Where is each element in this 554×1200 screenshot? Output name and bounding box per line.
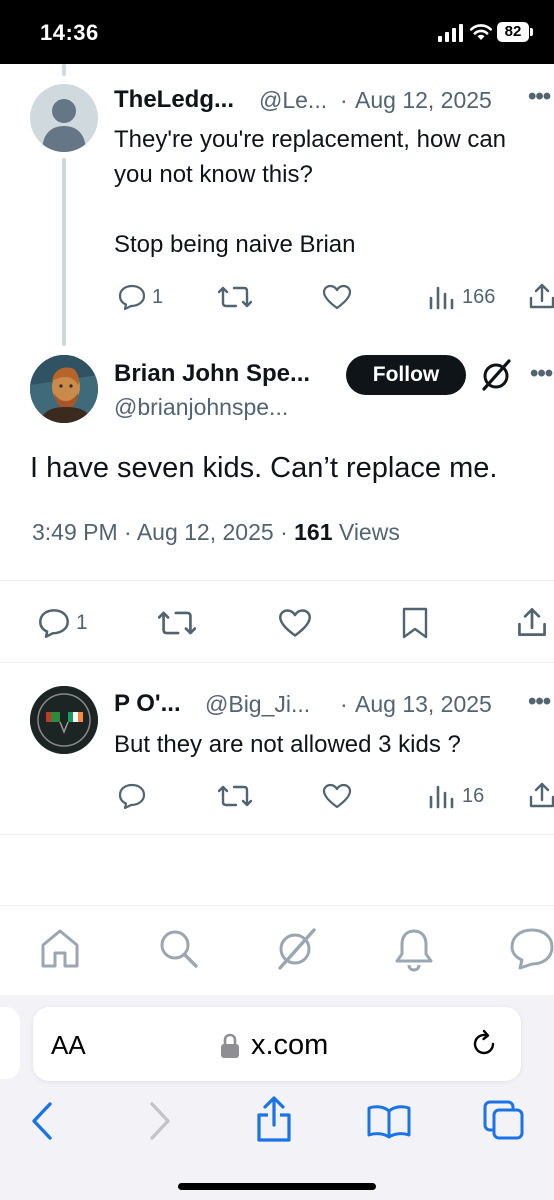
tweet-date[interactable]: Aug 13, 2025 — [355, 691, 492, 718]
reply-count: 1 — [76, 611, 88, 634]
retweet-button[interactable] — [218, 284, 252, 310]
divider — [0, 662, 554, 663]
reload-icon[interactable] — [469, 1029, 499, 1059]
author-name[interactable]: TheLedg... — [114, 86, 234, 114]
reply-button[interactable] — [118, 783, 146, 809]
more-options-icon[interactable]: ••• — [528, 688, 551, 716]
tweet-text-line: you not know this? — [114, 161, 313, 188]
previous-tab-preview[interactable] — [0, 1007, 20, 1079]
share-icon — [518, 608, 546, 636]
avatar-brian[interactable] — [30, 355, 98, 423]
reader-options-button[interactable]: AA — [51, 1030, 86, 1061]
safari-toolbar: AA x.com — [0, 995, 554, 1200]
battery-indicator: 82 — [497, 22, 529, 42]
tweet-metadata: 3:49 PM · Aug 12, 2025 · 161 Views — [32, 519, 400, 546]
bottom-navigation — [0, 905, 554, 995]
separator-dot: · — [280, 519, 295, 545]
status-bar: 14:36 82 — [0, 0, 554, 64]
author-name[interactable]: P O'... — [114, 690, 181, 718]
heart-icon — [279, 609, 311, 637]
thread-line — [62, 158, 66, 346]
more-options-icon[interactable]: ••• — [530, 360, 553, 388]
separator-dot: · — [340, 87, 348, 113]
divider — [0, 580, 554, 581]
like-button[interactable] — [278, 608, 312, 638]
heart-icon — [322, 783, 352, 809]
views-icon — [429, 286, 454, 310]
views-button[interactable]: 16 — [428, 783, 484, 809]
grok-icon[interactable] — [274, 926, 318, 970]
author-handle[interactable]: @Le... — [259, 87, 327, 114]
forward-icon[interactable] — [146, 1101, 174, 1141]
bookmark-button[interactable] — [400, 606, 430, 640]
like-button[interactable] — [322, 783, 352, 809]
views-count: 166 — [462, 285, 496, 308]
share-icon[interactable] — [254, 1095, 294, 1143]
author-name[interactable]: Brian John Spe... — [114, 360, 310, 388]
avatar-default[interactable] — [30, 84, 98, 152]
tweet-text: But they are not allowed 3 kids ? — [114, 731, 461, 758]
home-indicator[interactable] — [178, 1183, 376, 1190]
views-icon — [429, 785, 454, 809]
url-text[interactable]: x.com — [251, 1029, 328, 1062]
grok-icon[interactable] — [480, 358, 512, 392]
back-icon[interactable] — [28, 1101, 56, 1141]
bookmarks-icon[interactable] — [366, 1103, 412, 1139]
retweet-button[interactable] — [218, 783, 252, 809]
wifi-icon — [469, 24, 493, 40]
lock-icon — [221, 1033, 239, 1058]
author-handle[interactable]: @Big_Ji... — [205, 691, 310, 718]
separator-dot: · — [124, 519, 137, 545]
reply-icon — [118, 284, 146, 310]
solidarity-badge-avatar — [30, 686, 98, 754]
tweet-date[interactable]: Aug 12, 2025 — [355, 87, 492, 114]
reply-button[interactable]: 1 — [38, 608, 88, 638]
tweet-time[interactable]: 3:49 PM — [32, 519, 118, 545]
share-button[interactable] — [528, 282, 554, 310]
avatar-solidarity[interactable] — [30, 686, 98, 754]
share-button[interactable] — [516, 606, 548, 638]
author-handle[interactable]: @brianjohnspe... — [114, 394, 288, 421]
battery-tip — [530, 28, 533, 36]
share-button[interactable] — [528, 781, 554, 809]
messages-icon[interactable] — [508, 926, 554, 970]
reply-button[interactable]: 1 — [118, 284, 163, 310]
divider — [0, 834, 554, 835]
like-button[interactable] — [322, 284, 352, 310]
tweet-text-line: They're you're replacement, how can — [114, 126, 507, 153]
tweet-text-line: Stop being naive Brian — [114, 231, 356, 258]
thread-line-top — [62, 64, 66, 76]
tweet-date[interactable]: Aug 12, 2025 — [137, 519, 274, 545]
separator-dot: · — [340, 691, 348, 717]
reply-icon — [118, 783, 146, 809]
follow-button[interactable]: Follow — [346, 355, 466, 395]
views-count: 16 — [462, 784, 485, 807]
tabs-icon[interactable] — [482, 1099, 526, 1141]
notifications-icon[interactable] — [392, 926, 436, 972]
share-icon — [529, 782, 554, 808]
reply-count: 1 — [152, 285, 164, 308]
tweet-text: I have seven kids. Can’t replace me. — [30, 452, 498, 484]
views-count: 161 — [294, 519, 333, 545]
address-bar[interactable]: AA x.com — [33, 1007, 521, 1081]
status-time: 14:36 — [40, 20, 99, 45]
retweet-icon — [218, 785, 252, 807]
portrait-avatar-image — [30, 355, 98, 423]
views-button[interactable]: 166 — [428, 284, 495, 310]
search-icon[interactable] — [156, 926, 200, 970]
more-options-icon[interactable]: ••• — [528, 83, 551, 111]
signal-icon — [438, 24, 463, 42]
home-icon[interactable] — [38, 926, 82, 970]
share-icon — [529, 283, 554, 309]
views-label: Views — [338, 519, 400, 545]
retweet-icon — [218, 286, 252, 308]
retweet-button[interactable] — [158, 608, 196, 638]
bookmark-icon — [402, 607, 428, 639]
retweet-icon — [158, 611, 196, 635]
heart-icon — [322, 284, 352, 310]
reply-icon — [39, 609, 69, 638]
default-avatar-icon — [42, 99, 86, 152]
